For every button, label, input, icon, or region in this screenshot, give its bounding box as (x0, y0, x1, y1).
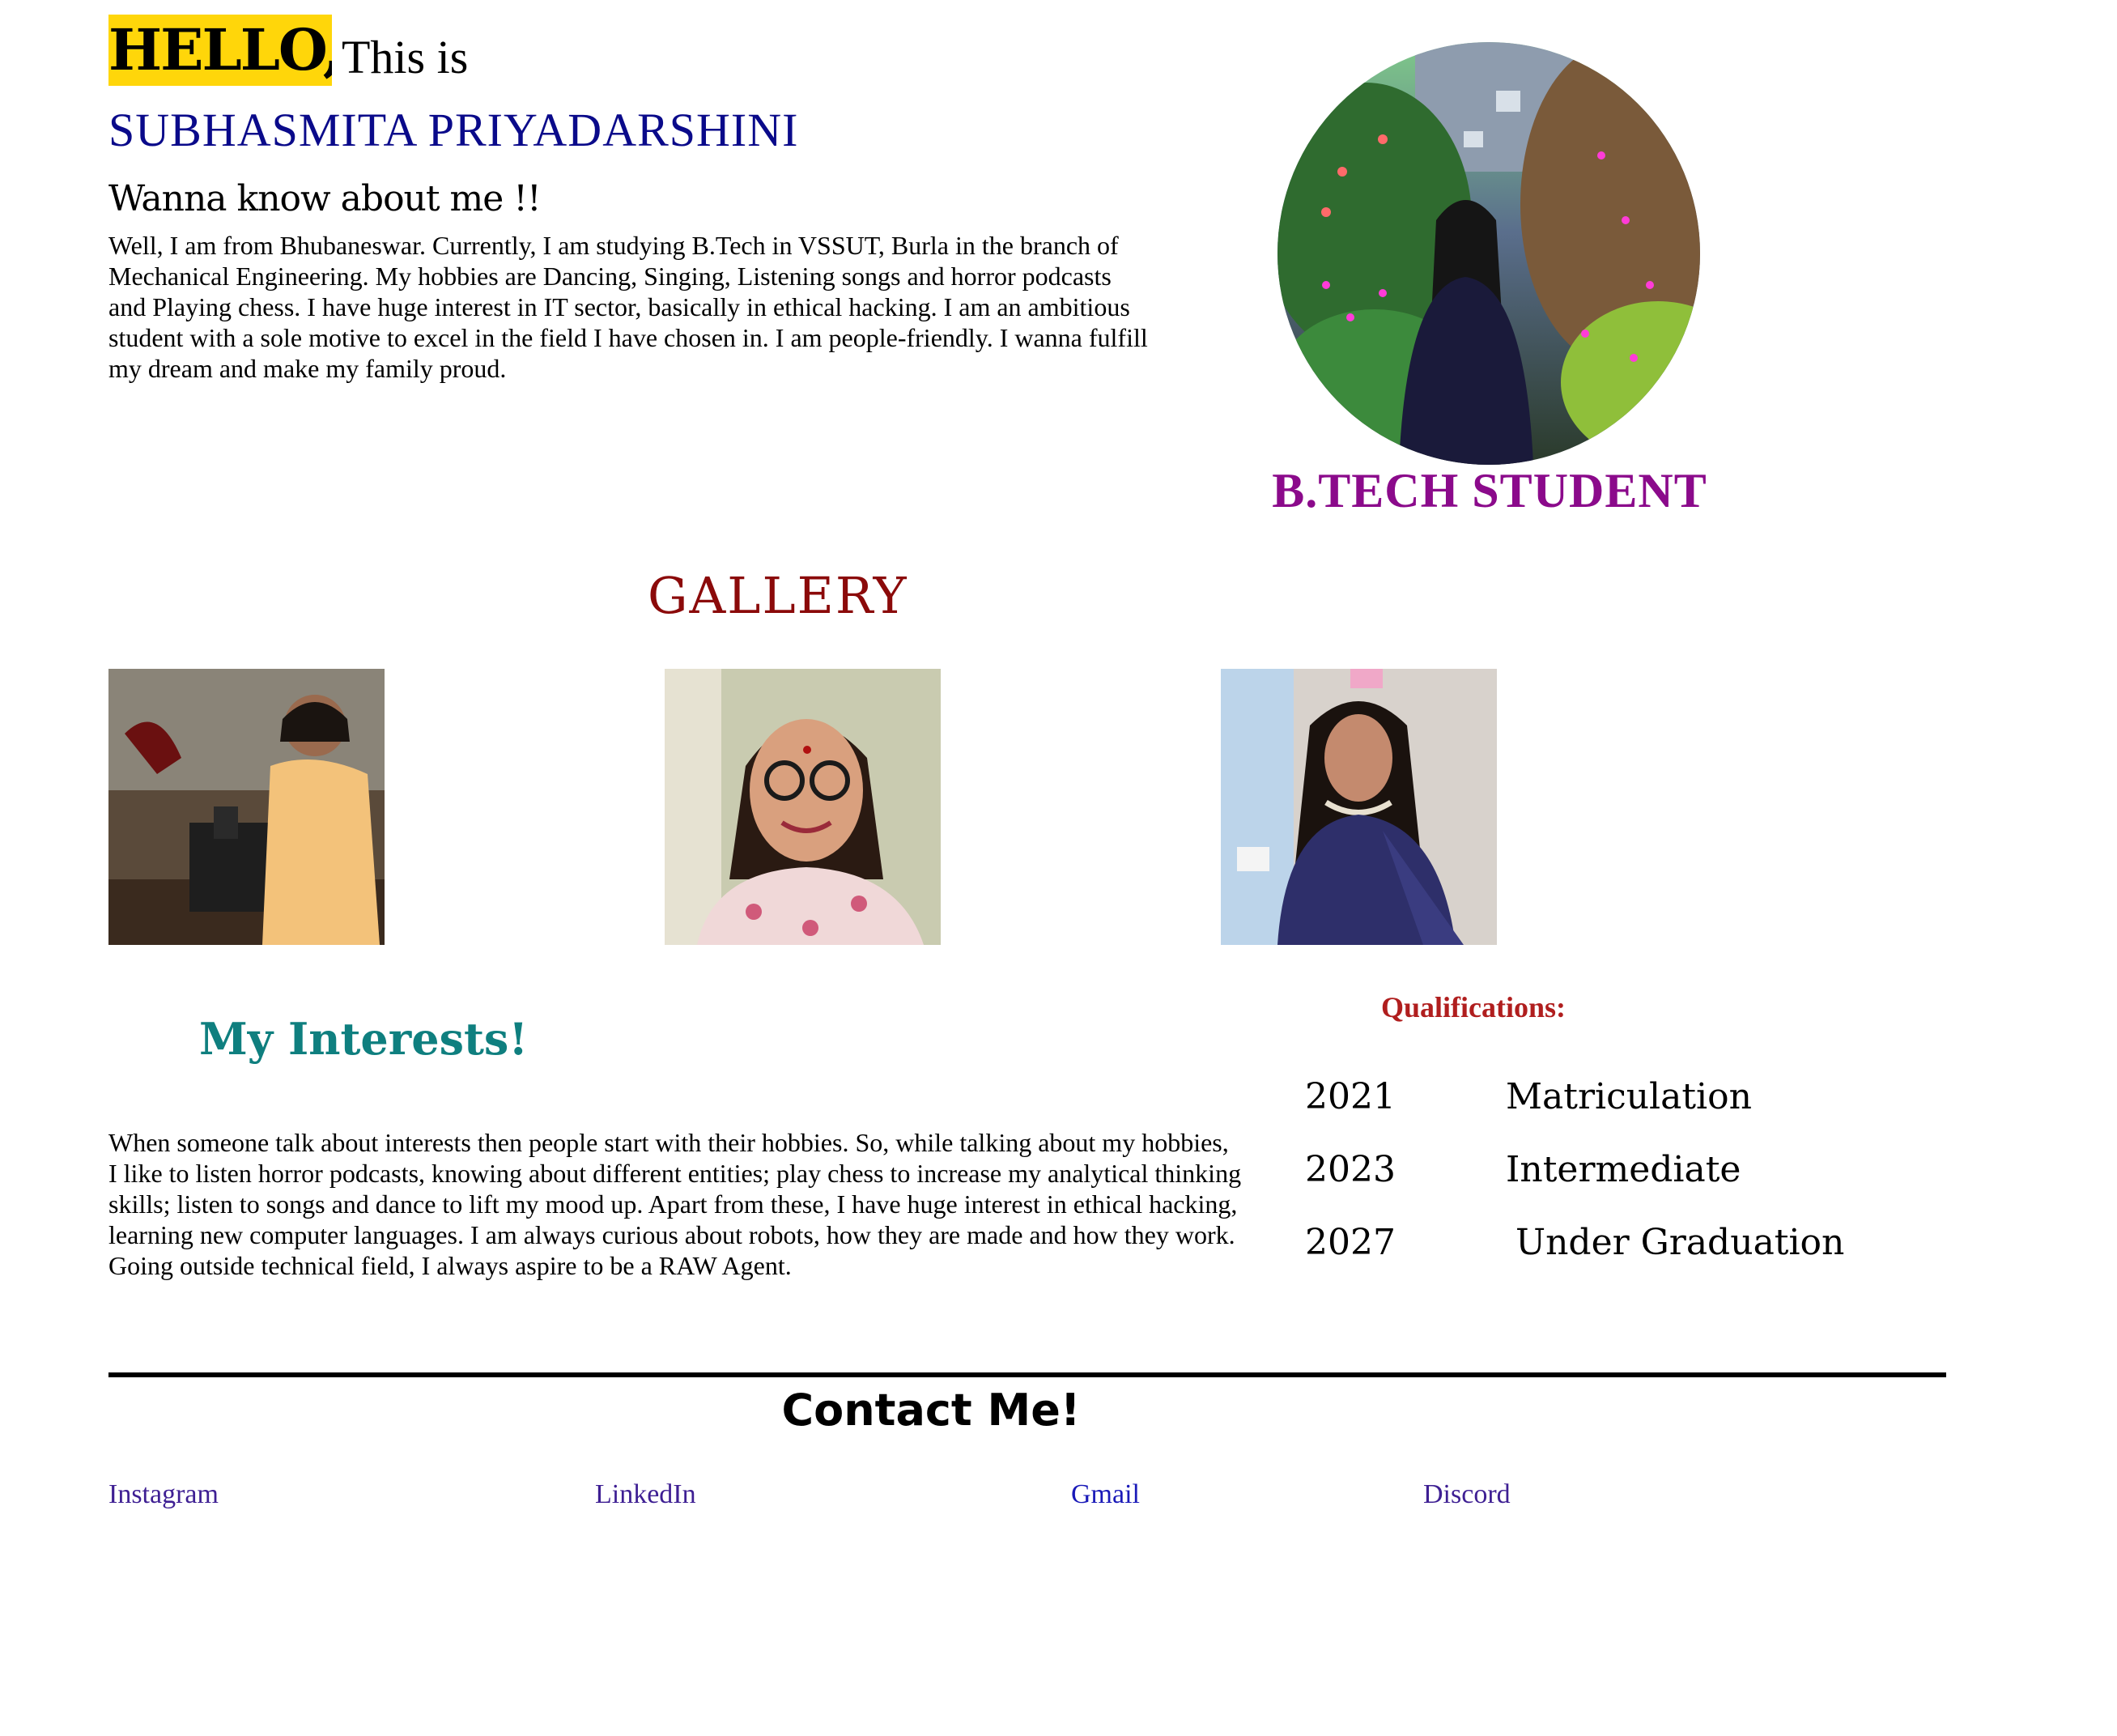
qualification-year: 2021 (1305, 1076, 1396, 1117)
qualification-year: 2027 (1305, 1222, 1396, 1263)
gallery-title: GALLERY (648, 566, 908, 625)
gallery-photo-selfie (665, 669, 941, 945)
role-title: B.TECH STUDENT (1272, 464, 1707, 517)
person-name: SUBHASMITA PRIYADARSHINI (108, 104, 799, 156)
gmail-link[interactable]: Gmail (1071, 1477, 1140, 1513)
qualification-level: Intermediate (1506, 1149, 1741, 1190)
about-heading: Wanna know about me !! (108, 178, 542, 219)
qualification-year: 2023 (1305, 1149, 1396, 1190)
interests-paragraph: When someone talk about interests then p… (108, 1128, 1242, 1280)
gallery-photo-saree (1221, 669, 1497, 945)
intro-text: This is (342, 31, 469, 83)
qualifications-title: Qualifications: (1380, 991, 1566, 1023)
profile-photo (1277, 42, 1700, 465)
qualification-level: Under Graduation (1515, 1222, 1845, 1263)
discord-link[interactable]: Discord (1423, 1477, 1511, 1513)
qualification-row: 2021 Matriculation (1305, 1069, 1872, 1125)
interests-title: My Interests! (199, 1013, 529, 1065)
qualification-level: Matriculation (1506, 1076, 1752, 1117)
qualification-row: 2027 Under Graduation (1305, 1215, 1872, 1271)
qualification-row: 2023 Intermediate (1305, 1142, 1872, 1198)
section-divider (108, 1372, 1946, 1377)
linkedin-link[interactable]: LinkedIn (595, 1477, 696, 1513)
gallery-photo-lab (108, 669, 385, 945)
contact-title: Contact Me! (781, 1385, 1081, 1436)
instagram-link[interactable]: Instagram (108, 1477, 219, 1513)
about-paragraph: Well, I am from Bhubaneswar. Currently, … (108, 231, 1148, 383)
hello-heading: HELLO, (108, 15, 332, 86)
